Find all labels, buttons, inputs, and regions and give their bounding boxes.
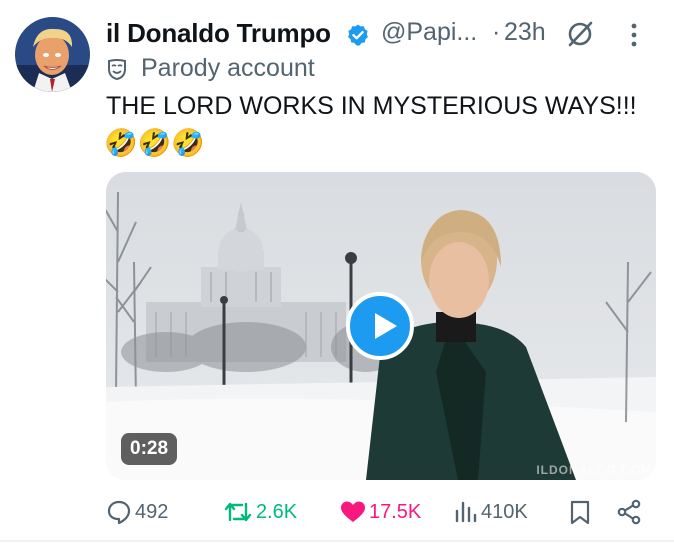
heart-icon xyxy=(341,501,365,522)
reply-icon xyxy=(107,500,131,525)
author-name[interactable]: il Donaldo Trumpo xyxy=(106,18,331,49)
share-button[interactable] xyxy=(616,496,642,528)
grok-icon[interactable] xyxy=(565,19,595,49)
play-button[interactable] xyxy=(346,292,414,360)
repost-count: 2.6K xyxy=(256,500,298,523)
like-count: 17.5K xyxy=(369,500,422,523)
tweet-text: THE LORD WORKS IN MYSTERIOUS WAYS!!! xyxy=(106,92,637,120)
tweet-header: il Donaldo Trumpo @Papi... · 23h xyxy=(106,14,654,54)
view-count: 410K xyxy=(481,500,528,523)
divider xyxy=(0,540,674,542)
views-icon xyxy=(455,501,477,523)
reply-count: 492 xyxy=(135,500,169,523)
views-button[interactable]: 410K xyxy=(452,496,528,528)
parody-mask-icon xyxy=(108,59,126,80)
timestamp[interactable]: 23h xyxy=(504,18,546,47)
bookmark-icon xyxy=(570,500,590,525)
repost-icon xyxy=(224,502,252,522)
author-avatar[interactable] xyxy=(15,17,90,92)
bookmark-button[interactable] xyxy=(568,496,592,528)
tweet-emojis: 🤣🤣🤣 xyxy=(104,128,205,158)
tweet-actions: 492 2.6K 17.5K 410K xyxy=(106,496,646,528)
verified-badge-icon xyxy=(348,24,368,46)
video-watermark: ILDONALDO.COM xyxy=(536,463,652,477)
reply-button[interactable]: 492 xyxy=(106,496,168,528)
like-button[interactable]: 17.5K xyxy=(340,496,421,528)
author-handle[interactable]: @Papi... xyxy=(381,18,477,47)
video-player[interactable]: 0:28 ILDONALDO.COM xyxy=(106,172,656,480)
parody-label-text: Parody account xyxy=(141,54,315,82)
share-icon xyxy=(617,499,641,525)
more-options-icon[interactable] xyxy=(630,22,638,48)
repost-button[interactable]: 2.6K xyxy=(223,496,297,528)
video-duration: 0:28 xyxy=(121,433,178,465)
time-separator: · xyxy=(492,18,501,46)
